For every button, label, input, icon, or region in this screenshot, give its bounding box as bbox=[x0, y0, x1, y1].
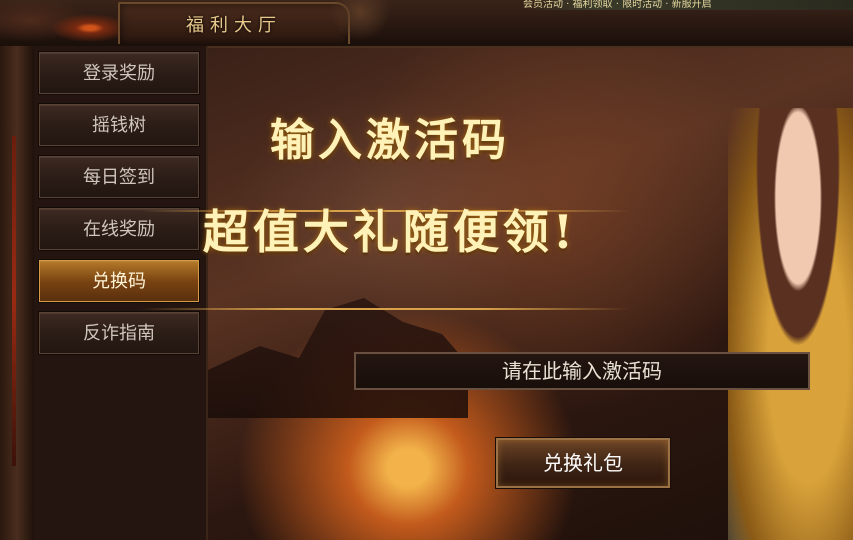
subheadline-divider bbox=[140, 308, 630, 310]
left-frame bbox=[0, 46, 35, 540]
frame-accent bbox=[12, 136, 16, 466]
sidebar-item-login-reward[interactable]: 登录奖励 bbox=[38, 51, 200, 95]
promo-headline: 输入激活码 bbox=[270, 115, 510, 166]
activation-code-field[interactable] bbox=[354, 352, 810, 390]
sidebar-item-anti-fraud-guide[interactable]: 反诈指南 bbox=[38, 311, 200, 355]
window-title: 福利大厅 bbox=[186, 15, 282, 36]
warrior-character-image bbox=[728, 108, 853, 540]
title-ornament-icon bbox=[330, 0, 390, 40]
promo-subheadline: 超值大礼随便领! bbox=[202, 205, 578, 259]
scrolling-ticker: 会员活动 · 福利领取 · 限时活动 · 新服开启 bbox=[523, 0, 853, 10]
sidebar-item-redeem-code[interactable]: 兑换码 bbox=[38, 259, 200, 303]
redeem-gift-button[interactable]: 兑换礼包 bbox=[495, 437, 671, 489]
window-title-tab: 福利大厅 bbox=[118, 2, 350, 44]
activation-code-input[interactable] bbox=[356, 354, 808, 388]
